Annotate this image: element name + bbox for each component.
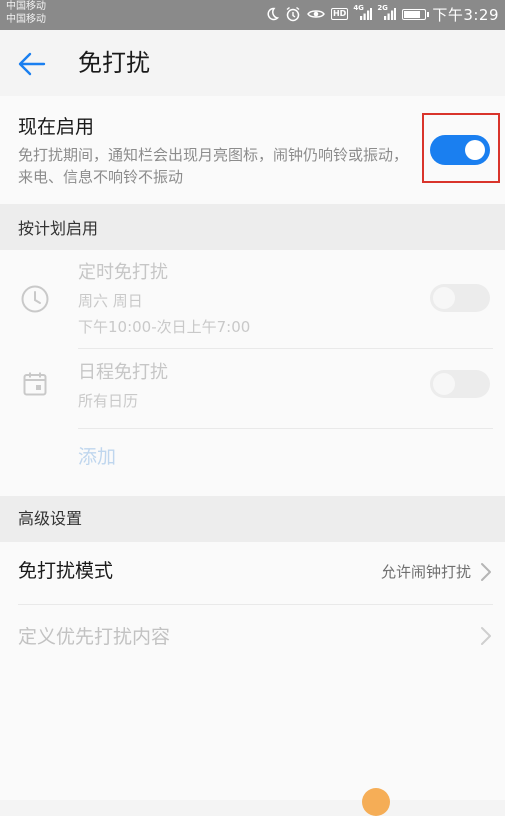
now-enabled-title: 现在启用: [18, 116, 95, 138]
calendar-dnd-toggle[interactable]: [430, 370, 490, 398]
signal-icon: 4G: [353, 3, 373, 21]
status-icons: HD 4G 2G 下午3:29: [265, 3, 499, 25]
toggle-knob: [433, 287, 455, 309]
timed-dnd-row[interactable]: 定时免打扰 周六 周日 下午10:00-次日上午7:00: [0, 250, 505, 348]
clock-icon: [18, 282, 52, 316]
battery-icon: [402, 8, 430, 20]
divider: [78, 428, 493, 429]
section-header-advanced: 高级设置: [0, 496, 505, 542]
dnd-mode-row[interactable]: 免打扰模式 允许闹钟打扰: [0, 542, 505, 604]
arrow-left-icon: [18, 52, 46, 76]
now-enabled-description: 免打扰期间，通知栏会出现月亮图标，闹钟仍响铃或振动，来电、信息不响铃不振动: [18, 146, 409, 186]
advanced-settings-list: 免打扰模式 允许闹钟打扰 定义优先打扰内容: [0, 542, 505, 800]
page-title: 免打扰: [78, 49, 150, 77]
status-bar: 中国移动 中国移动 HD 4G 2G 下午3:29: [0, 0, 505, 30]
watermark-logo: [362, 788, 390, 816]
timed-dnd-toggle[interactable]: [430, 284, 490, 312]
chevron-right-icon: [481, 627, 491, 645]
schedule-list: 定时免打扰 周六 周日 下午10:00-次日上午7:00 日程免打扰 所有日历 …: [0, 250, 505, 496]
back-button[interactable]: [14, 47, 50, 81]
carrier-label-1: 中国移动: [6, 1, 46, 12]
carrier-label-2: 中国移动: [6, 14, 46, 25]
calendar-dnd-row[interactable]: 日程免打扰 所有日历: [0, 348, 505, 428]
toggle-knob: [433, 373, 455, 395]
timed-dnd-title: 定时免打扰: [78, 262, 168, 283]
calendar-icon: [18, 367, 52, 401]
calendar-dnd-title: 日程免打扰: [78, 362, 168, 383]
schedule-header-label: 按计划启用: [18, 219, 99, 238]
clock-time: 下午3:29: [432, 5, 499, 24]
network-type-1: 4G: [353, 3, 364, 12]
advanced-header-label: 高级设置: [18, 509, 83, 528]
add-schedule-link[interactable]: 添加: [78, 444, 116, 470]
toggle-knob: [465, 140, 485, 160]
now-enabled-row[interactable]: 现在启用 免打扰期间，通知栏会出现月亮图标，闹钟仍响铃或振动，来电、信息不响铃不…: [0, 96, 505, 204]
network-type-2: 2G: [377, 3, 388, 12]
eye-icon: [307, 8, 325, 20]
timed-dnd-time-range: 下午10:00-次日上午7:00: [78, 318, 251, 336]
signal-icon-2: 2G: [377, 3, 397, 21]
calendar-dnd-subtitle: 所有日历: [78, 392, 139, 410]
timed-dnd-days: 周六 周日: [78, 292, 143, 310]
alarm-icon: [285, 6, 301, 22]
priority-content-row[interactable]: 定义优先打扰内容: [0, 604, 505, 666]
now-enabled-toggle[interactable]: [430, 135, 490, 165]
priority-content-title: 定义优先打扰内容: [18, 626, 171, 648]
moon-icon: [265, 7, 279, 21]
section-header-schedule: 按计划启用: [0, 204, 505, 250]
hd-icon: HD: [330, 8, 349, 20]
chevron-right-icon: [481, 563, 491, 581]
dnd-mode-value: 允许闹钟打扰: [380, 563, 471, 581]
dnd-mode-title: 免打扰模式: [18, 560, 114, 582]
app-bar: 免打扰: [0, 30, 505, 96]
